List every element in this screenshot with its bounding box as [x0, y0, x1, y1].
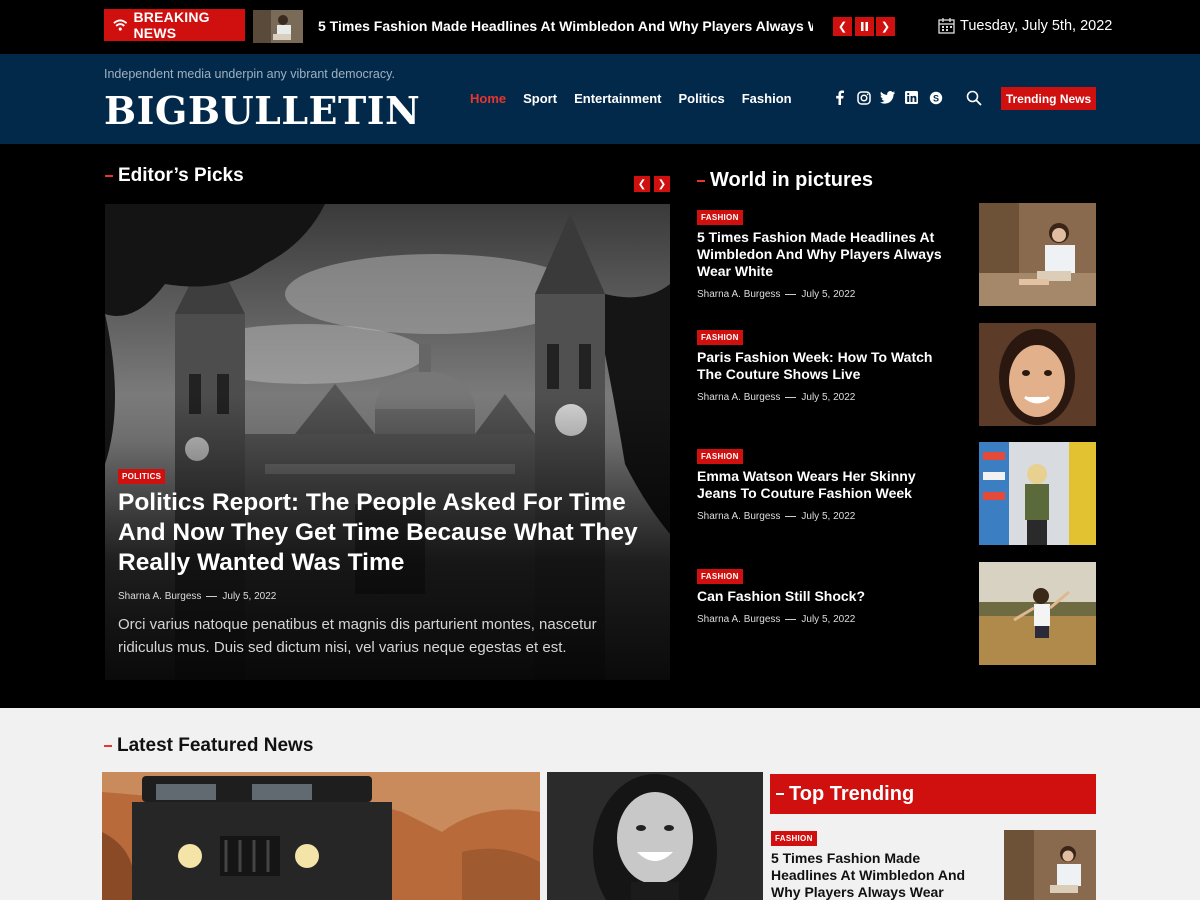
hero-category-badge[interactable]: POLITICS	[118, 469, 166, 484]
editors-picks-next-button[interactable]: ❯	[654, 176, 670, 192]
heading-dash	[104, 745, 112, 747]
chevron-left-icon: ❮	[837, 21, 848, 33]
world-item-date: July 5, 2022	[801, 289, 856, 300]
top-trending-title: Top Trending	[789, 782, 915, 805]
top-trending-header: Top Trending	[770, 774, 1096, 814]
pause-icon	[861, 22, 868, 31]
meta-separator	[785, 516, 797, 517]
main-nav: Home Sport Entertainment Politics Fashio…	[470, 91, 792, 106]
chevron-right-icon: ❯	[657, 178, 667, 190]
date-text: Tuesday, July 5th, 2022	[960, 18, 1113, 34]
search-icon[interactable]	[966, 90, 982, 106]
hero-author[interactable]: Sharna A. Burgess	[118, 591, 201, 602]
meta-separator	[785, 397, 797, 398]
chevron-right-icon: ❯	[880, 21, 891, 33]
nav-sport[interactable]: Sport	[523, 91, 557, 106]
world-item-thumbnail[interactable]	[979, 203, 1096, 306]
world-item-author[interactable]: Sharna A. Burgess	[697, 511, 780, 522]
world-item-category[interactable]: FASHION	[697, 569, 743, 584]
top-trending-thumbnail[interactable]	[1004, 830, 1096, 900]
world-item-author[interactable]: Sharna A. Burgess	[697, 289, 780, 300]
ticker-pause-button[interactable]	[855, 17, 874, 36]
hero-excerpt: Orci varius natoque penatibus et magnis …	[118, 616, 597, 656]
world-in-pictures-heading: World in pictures	[697, 169, 873, 192]
hero-date: July 5, 2022	[222, 591, 277, 602]
editors-picks-prev-button[interactable]: ❮	[634, 176, 650, 192]
latest-featured-heading: Latest Featured News	[104, 735, 313, 757]
world-item-thumbnail[interactable]	[979, 442, 1096, 545]
hero-overlay	[105, 204, 670, 680]
social-links: S	[832, 90, 943, 105]
twitter-icon[interactable]	[880, 90, 895, 105]
heading-dash	[776, 793, 784, 795]
world-item-title[interactable]: Can Fashion Still Shock?	[697, 588, 952, 605]
world-item-title[interactable]: Paris Fashion Week: How To Watch The Cou…	[697, 349, 952, 383]
world-item-author[interactable]: Sharna A. Burgess	[697, 392, 780, 403]
world-item-date: July 5, 2022	[801, 614, 856, 625]
meta-separator	[785, 294, 797, 295]
hero-title[interactable]: Politics Report: The People Asked For Ti…	[118, 488, 663, 578]
world-item-meta: Sharna A. Burgess July 5, 2022	[697, 392, 855, 403]
world-item-author[interactable]: Sharna A. Burgess	[697, 614, 780, 625]
nav-home[interactable]: Home	[470, 91, 506, 106]
ticker-thumbnail[interactable]	[253, 10, 303, 43]
world-item-category[interactable]: FASHION	[697, 210, 743, 225]
editors-picks-hero-card[interactable]: POLITICS Politics Report: The People Ask…	[105, 204, 670, 680]
chevron-left-icon: ❮	[637, 178, 647, 190]
hero-meta: Sharna A. Burgess July 5, 2022	[118, 591, 276, 602]
nav-politics[interactable]: Politics	[678, 91, 724, 106]
current-date: Tuesday, July 5th, 2022	[938, 18, 1112, 34]
meta-separator	[785, 619, 797, 620]
ticker-headline[interactable]: 5 Times Fashion Made Headlines At Wimble…	[318, 18, 813, 34]
linkedin-icon[interactable]	[904, 90, 919, 105]
wifi-icon	[113, 19, 128, 31]
world-item-date: July 5, 2022	[801, 392, 856, 403]
ticker-next-button[interactable]: ❯	[876, 17, 895, 36]
world-item[interactable]: FASHION Can Fashion Still Shock? Sharna …	[697, 562, 1097, 673]
top-trending-category[interactable]: FASHION	[771, 831, 817, 846]
site-tagline: Independent media underpin any vibrant d…	[104, 67, 395, 81]
heading-dash	[105, 175, 113, 177]
world-item-title[interactable]: Emma Watson Wears Her Skinny Jeans To Co…	[697, 468, 952, 502]
breaking-news-badge: BREAKING NEWS	[104, 9, 245, 41]
world-item[interactable]: FASHION 5 Times Fashion Made Headlines A…	[697, 203, 1097, 314]
world-item[interactable]: FASHION Emma Watson Wears Her Skinny Jea…	[697, 442, 1097, 553]
world-item-thumbnail[interactable]	[979, 323, 1096, 426]
skype-icon[interactable]: S	[928, 90, 943, 105]
featured-portrait-image[interactable]	[547, 772, 763, 900]
breaking-news-label: BREAKING NEWS	[133, 9, 210, 41]
world-item-meta: Sharna A. Burgess July 5, 2022	[697, 289, 855, 300]
world-in-pictures-title: World in pictures	[710, 169, 873, 191]
latest-featured-title: Latest Featured News	[117, 735, 314, 756]
world-item-category[interactable]: FASHION	[697, 330, 743, 345]
nav-fashion[interactable]: Fashion	[742, 91, 792, 106]
breaking-news-bar: BREAKING NEWS 5 Times Fashion Made Headl…	[0, 0, 1200, 54]
trending-news-button[interactable]: Trending News	[1001, 87, 1096, 110]
editors-picks-title: Editor’s Picks	[118, 165, 244, 186]
world-item-title[interactable]: 5 Times Fashion Made Headlines At Wimble…	[697, 229, 952, 280]
svg-text:S: S	[932, 93, 938, 103]
calendar-icon	[938, 18, 955, 34]
featured-jeep-image[interactable]	[102, 772, 540, 900]
world-item-category[interactable]: FASHION	[697, 449, 743, 464]
world-item-date: July 5, 2022	[801, 511, 856, 522]
world-item-meta: Sharna A. Burgess July 5, 2022	[697, 511, 855, 522]
meta-separator	[206, 596, 218, 597]
world-item-thumbnail[interactable]	[979, 562, 1096, 665]
facebook-icon[interactable]	[832, 90, 847, 105]
editors-picks-heading: Editor’s Picks	[105, 165, 244, 187]
heading-dash	[697, 179, 705, 182]
top-trending-item-title[interactable]: 5 Times Fashion Made Headlines At Wimble…	[771, 850, 986, 900]
instagram-icon[interactable]	[856, 90, 871, 105]
ticker-prev-button[interactable]: ❮	[833, 17, 852, 36]
world-item-meta: Sharna A. Burgess July 5, 2022	[697, 614, 855, 625]
nav-entertainment[interactable]: Entertainment	[574, 91, 661, 106]
world-item[interactable]: FASHION Paris Fashion Week: How To Watch…	[697, 323, 1097, 434]
site-header: Independent media underpin any vibrant d…	[0, 54, 1200, 144]
site-logo[interactable]: BIGBULLETIN	[104, 88, 420, 133]
